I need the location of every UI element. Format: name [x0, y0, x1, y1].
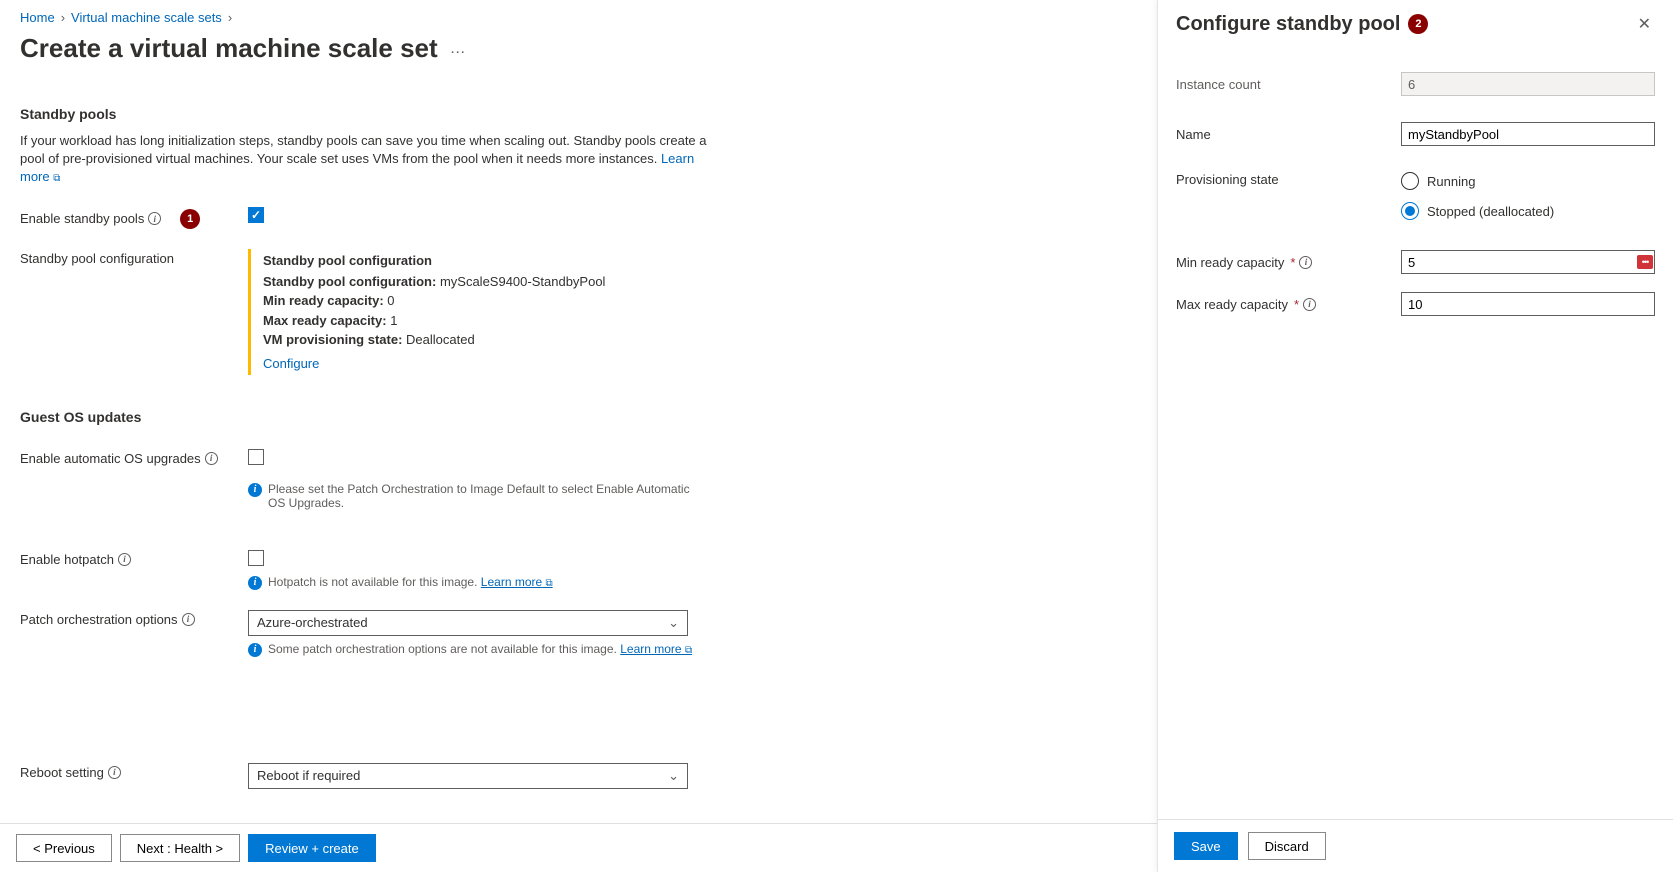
standby-desc: If your workload has long initialization… — [20, 132, 720, 187]
provisioning-label: Provisioning state — [1176, 172, 1401, 187]
info-icon — [248, 576, 262, 590]
card-min-value: 0 — [387, 293, 394, 308]
max-ready-input[interactable] — [1401, 292, 1655, 316]
min-ready-input[interactable] — [1401, 250, 1655, 274]
close-icon[interactable]: ✕ — [1634, 10, 1655, 38]
panel-title: Configure standby pool — [1176, 13, 1400, 36]
hotpatch-checkbox[interactable] — [248, 550, 264, 566]
chevron-down-icon: ⌄ — [668, 768, 679, 784]
info-icon — [248, 643, 262, 657]
card-config-value: myScaleS9400-StandbyPool — [440, 274, 606, 289]
info-icon[interactable] — [205, 452, 218, 465]
page-title: Create a virtual machine scale set — [20, 33, 438, 64]
standby-config-label: Standby pool configuration — [20, 251, 174, 266]
provisioning-running-radio[interactable]: Running — [1401, 172, 1655, 190]
instance-count-input — [1401, 72, 1655, 96]
info-icon[interactable] — [182, 613, 195, 626]
info-icon[interactable] — [108, 766, 121, 779]
card-state-value: Deallocated — [406, 332, 475, 347]
min-ready-label: Min ready capacity — [1176, 255, 1284, 270]
chevron-down-icon: ⌄ — [668, 615, 679, 631]
external-link-icon: ⧉ — [53, 173, 60, 184]
max-ready-label: Max ready capacity — [1176, 297, 1288, 312]
info-icon — [248, 483, 262, 497]
validation-error-icon[interactable] — [1637, 255, 1653, 269]
external-link-icon: ⧉ — [685, 645, 692, 656]
orch-learn-more[interactable]: Learn more ⧉ — [620, 642, 692, 656]
reboot-label: Reboot setting — [20, 765, 104, 780]
orchestration-value: Azure-orchestrated — [257, 615, 368, 630]
info-icon[interactable] — [148, 212, 161, 225]
breadcrumb-vmss[interactable]: Virtual machine scale sets — [71, 10, 222, 25]
badge-2: 2 — [1408, 14, 1428, 34]
info-icon[interactable] — [118, 553, 131, 566]
review-create-button[interactable]: Review + create — [248, 834, 376, 862]
provisioning-running-label: Running — [1427, 174, 1475, 189]
radio-icon — [1401, 202, 1419, 220]
configure-link[interactable]: Configure — [263, 356, 319, 371]
hotpatch-learn-more[interactable]: Learn more ⧉ — [481, 575, 553, 589]
reboot-value: Reboot if required — [257, 768, 360, 783]
footer-bar: < Previous Next : Health > Review + crea… — [0, 823, 1157, 872]
hotpatch-note: Hotpatch is not available for this image… — [268, 575, 477, 589]
auto-upgrade-checkbox[interactable] — [248, 449, 264, 465]
provisioning-stopped-radio[interactable]: Stopped (deallocated) — [1401, 202, 1655, 220]
name-input[interactable] — [1401, 122, 1655, 146]
configure-standby-panel: Configure standby pool 2 ✕ Instance coun… — [1157, 0, 1673, 872]
save-button[interactable]: Save — [1174, 832, 1238, 860]
next-button[interactable]: Next : Health > — [120, 834, 240, 862]
name-label: Name — [1176, 127, 1401, 142]
info-icon[interactable] — [1299, 256, 1312, 269]
card-title: Standby pool configuration — [263, 253, 708, 268]
instance-count-label: Instance count — [1176, 77, 1401, 92]
info-icon[interactable] — [1303, 298, 1316, 311]
auto-upgrade-label: Enable automatic OS upgrades — [20, 451, 201, 466]
breadcrumb: Home › Virtual machine scale sets › — [20, 8, 1137, 33]
hotpatch-label: Enable hotpatch — [20, 552, 114, 567]
standby-config-card: Standby pool configuration Standby pool … — [248, 249, 708, 375]
external-link-icon: ⧉ — [546, 578, 553, 589]
badge-1: 1 — [180, 209, 200, 229]
standby-heading: Standby pools — [20, 106, 1137, 122]
reboot-select[interactable]: Reboot if required ⌄ — [248, 763, 688, 789]
card-max-value: 1 — [390, 313, 397, 328]
enable-standby-checkbox[interactable] — [248, 207, 264, 223]
previous-button[interactable]: < Previous — [16, 834, 112, 862]
guest-heading: Guest OS updates — [20, 409, 1137, 425]
provisioning-stopped-label: Stopped (deallocated) — [1427, 204, 1554, 219]
enable-standby-label: Enable standby pools — [20, 211, 144, 226]
auto-upgrade-note: Please set the Patch Orchestration to Im… — [268, 482, 708, 510]
chevron-right-icon: › — [61, 10, 65, 25]
discard-button[interactable]: Discard — [1248, 832, 1326, 860]
orchestration-select[interactable]: Azure-orchestrated ⌄ — [248, 610, 688, 636]
radio-icon — [1401, 172, 1419, 190]
orch-note: Some patch orchestration options are not… — [268, 642, 617, 656]
breadcrumb-home[interactable]: Home — [20, 10, 55, 25]
more-icon[interactable]: … — [446, 40, 470, 58]
orch-label: Patch orchestration options — [20, 612, 178, 627]
chevron-right-icon: › — [228, 10, 232, 25]
